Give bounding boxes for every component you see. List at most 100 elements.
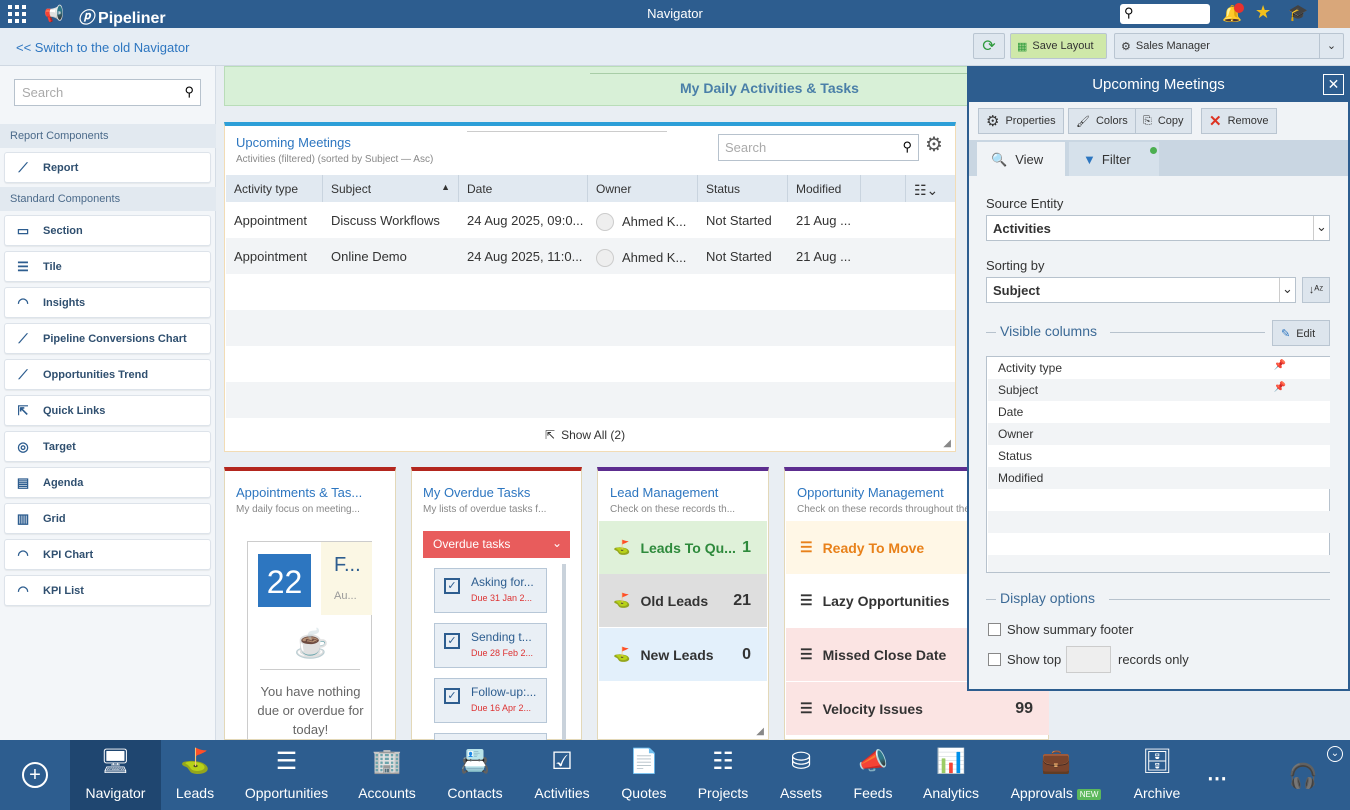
collapse-chevron-icon[interactable]: ⌄ [1327,746,1343,762]
scrollbar[interactable] [562,564,566,744]
checkbox-checked-icon[interactable]: ✓ [444,688,460,704]
component-quick-links[interactable]: ⇱ Quick Links [4,395,211,426]
task-item[interactable]: ✓ Sending t... Due 28 Feb 2... [434,623,547,668]
standard-components-header: Standard Components [0,187,216,211]
component-report[interactable]: ⟋ Report [4,152,211,183]
column-header-modified[interactable]: Modified [788,175,861,202]
lead-management-card[interactable]: Lead Management Check on these records t… [597,467,769,740]
remove-x-icon: ✕ [1209,113,1222,130]
show-top-checkbox[interactable] [988,653,1001,666]
task-item[interactable]: ✓ Asking for... Due 31 Jan 2... [434,568,547,613]
upcoming-meetings-card[interactable]: Upcoming Meetings Activities (filtered) … [224,122,956,452]
copy-button[interactable]: ⎘ Copy [1135,108,1192,134]
component-tile[interactable]: ☰ Tile [4,251,211,282]
resize-handle-icon[interactable]: ◢ [756,726,764,737]
section-banner[interactable]: My Daily Activities & Tasks [224,66,970,106]
nav-feeds[interactable]: 📣 Feeds [850,740,896,810]
nav-opportunities[interactable]: ☰ Opportunities [240,740,333,810]
support-headset-icon[interactable]: 🎧 [1288,762,1318,791]
search-icon: ⚲ [902,139,912,154]
pin-icon[interactable]: 📌 [1274,360,1286,371]
report-components-header: Report Components [0,124,216,148]
global-search-input[interactable]: ⚲ [1120,4,1210,24]
sort-direction-icon[interactable]: ↓ᴬᶻ [1302,277,1330,303]
overdue-tasks-card[interactable]: My Overdue Tasks My lists of overdue tas… [411,467,582,744]
top-records-input[interactable] [1066,646,1111,673]
properties-panel: Upcoming Meetings ✕ ⚙ Properties 🖌 Colors … [967,66,1350,691]
component-opportunities-trend[interactable]: ⟋ Opportunities Trend [4,359,211,390]
column-header-subject[interactable]: Subject ▲ [323,175,459,202]
task-item[interactable]: ✓ Follow-up:... Due 16 Apr 2... [434,678,547,723]
column-header-owner[interactable]: Owner [588,175,698,202]
close-icon[interactable]: ✕ [1323,74,1344,95]
nav-quotes[interactable]: 📄 Quotes [618,740,670,810]
empty-row [226,310,955,346]
nav-archive[interactable]: 🗄 Archive [1128,740,1186,810]
column-chooser-icon[interactable]: ☷⌄ [906,175,955,202]
component-grid[interactable]: ▥ Grid [4,503,211,534]
avatar[interactable] [1318,0,1350,28]
resize-handle-icon[interactable]: ◢ [943,438,951,449]
column-header-date[interactable]: Date [459,175,588,202]
component-target[interactable]: ◎ Target [4,431,211,462]
more-icon[interactable]: ⋯ [1207,766,1227,791]
nav-contacts[interactable]: 📇 Contacts [444,740,506,810]
nav-navigator[interactable]: 🖥 Navigator [70,740,161,810]
show-all-link[interactable]: ⇱ Show All (2) [545,428,625,442]
component-insights[interactable]: ◠ Insights [4,287,211,318]
coffee-cup-icon: ☕ [294,628,329,659]
overdue-tasks-dropdown[interactable]: Overdue tasks ⌄ [423,531,570,558]
checkbox-checked-icon[interactable]: ✓ [444,633,460,649]
component-search-input[interactable]: Search ⚲ [14,79,201,106]
sorting-select[interactable]: Subject ⌄ [986,277,1296,303]
nav-analytics[interactable]: 📊 Analytics [921,740,981,810]
pin-icon[interactable]: 📌 [1274,382,1286,393]
colors-button[interactable]: 🖌 Colors [1068,108,1136,134]
component-pipeline-conversions-chart[interactable]: ⟋ Pipeline Conversions Chart [4,323,211,354]
table-row[interactable]: Appointment Discuss Workflows 24 Aug 202… [226,202,955,238]
properties-button[interactable]: ⚙ Properties [978,108,1064,134]
chevron-down-icon: ⌄ [1279,278,1295,302]
list-item[interactable]: Activity type 📌 [988,357,1330,379]
settings-gear-icon[interactable]: ⚙ [925,132,943,157]
nav-projects[interactable]: ☷ Projects [695,740,751,810]
edit-columns-button[interactable]: ✎ Edit [1272,320,1330,346]
tab-view[interactable]: 🔍 View [977,142,1065,176]
list-item[interactable]: Date [988,401,1330,423]
nav-leads[interactable]: ⛳ Leads [165,740,225,810]
add-icon[interactable]: + [22,762,48,788]
tab-filter[interactable]: ▼ Filter [1069,142,1159,176]
list-item[interactable]: Subject 📌 [988,379,1330,401]
nav-accounts[interactable]: 🏢 Accounts [354,740,420,810]
kpi-item[interactable]: ⛳ Old Leads 21 [599,574,767,627]
graduation-cap-icon[interactable]: 🎓 [1288,3,1308,23]
kpi-item[interactable]: ⛳ New Leads 0 [599,628,767,681]
save-layout-button[interactable]: ▦ Save Layout [1010,33,1107,59]
list-item[interactable]: Status [988,445,1330,467]
nav-assets[interactable]: ⛁ Assets [777,740,825,810]
column-header-status[interactable]: Status [698,175,788,202]
switch-old-navigator-link[interactable]: << Switch to the old Navigator [16,40,189,55]
meetings-search-input[interactable]: Search ⚲ [718,134,919,161]
profile-select[interactable]: ⚙ Sales Manager ⌄ [1114,33,1344,59]
remove-button[interactable]: ✕ Remove [1201,108,1277,134]
nav-activities[interactable]: ☑ Activities [532,740,592,810]
empty-row [988,511,1330,533]
column-header-activity-type[interactable]: Activity type [226,175,323,202]
source-entity-select[interactable]: Activities ⌄ [986,215,1330,241]
column-header-blank [861,175,906,202]
refresh-button[interactable]: ⟳ [973,33,1005,59]
component-kpi-list[interactable]: ◠ KPI List [4,575,211,606]
appointments-tasks-card[interactable]: Appointments & Tas... My daily focus on … [224,467,396,744]
table-row[interactable]: Appointment Online Demo 24 Aug 2025, 11:… [226,238,955,274]
star-icon[interactable]: ★ [1255,2,1271,23]
nav-approvals[interactable]: 💼 Approvals NEW [1008,740,1104,810]
list-item[interactable]: Owner [988,423,1330,445]
summary-footer-checkbox[interactable] [988,623,1001,636]
list-item[interactable]: Modified [988,467,1330,489]
kpi-item[interactable]: ⛳ Leads To Qu... 1 [599,521,767,574]
component-agenda[interactable]: ▤ Agenda [4,467,211,498]
component-kpi-chart[interactable]: ◠ KPI Chart [4,539,211,570]
component-section[interactable]: ▭ Section [4,215,211,246]
checkbox-checked-icon[interactable]: ✓ [444,578,460,594]
